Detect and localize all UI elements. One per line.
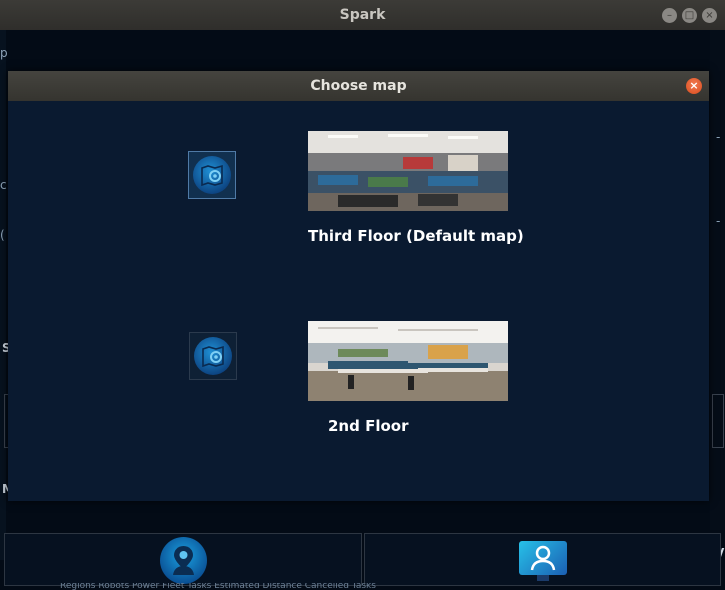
window-title: Spark xyxy=(339,7,386,23)
dialog-close-button[interactable]: × xyxy=(686,78,702,94)
monitor-stand xyxy=(537,575,549,581)
background-left-strip xyxy=(0,30,6,560)
map-settings-button[interactable] xyxy=(188,151,236,199)
background-panel xyxy=(712,394,724,448)
nav-button-users[interactable] xyxy=(364,533,721,586)
background-bottom-text: Regions Robots Power Fleet Tasks Estimat… xyxy=(60,583,376,590)
window-minimize-button[interactable]: – xyxy=(662,8,677,23)
dialog-title: Choose map xyxy=(8,71,709,101)
map-thumbnail[interactable] xyxy=(308,131,508,211)
map-settings-icon xyxy=(193,156,231,194)
nav-button-map[interactable] xyxy=(4,533,362,586)
map-settings-icon xyxy=(194,337,232,375)
background-fragment: ( xyxy=(0,228,5,242)
background-fragment: - xyxy=(716,214,721,228)
map-name[interactable]: 2nd Floor xyxy=(328,417,408,435)
map-thumbnail[interactable] xyxy=(308,321,508,401)
user-monitor-icon xyxy=(519,541,567,575)
window-titlebar: Spark xyxy=(0,0,725,30)
map-pin-user-icon xyxy=(160,537,207,584)
background-fragment: - xyxy=(716,130,721,144)
background-fragment: p xyxy=(0,46,8,60)
window-maximize-button[interactable]: □ xyxy=(682,8,697,23)
choose-map-dialog: Choose map × Third Floor (Default map) 2… xyxy=(8,71,709,501)
window-close-button[interactable]: × xyxy=(702,8,717,23)
map-name[interactable]: Third Floor (Default map) xyxy=(308,227,524,245)
background-right-strip xyxy=(710,30,725,530)
map-settings-button[interactable] xyxy=(189,332,237,380)
background-fragment: c xyxy=(0,178,7,192)
